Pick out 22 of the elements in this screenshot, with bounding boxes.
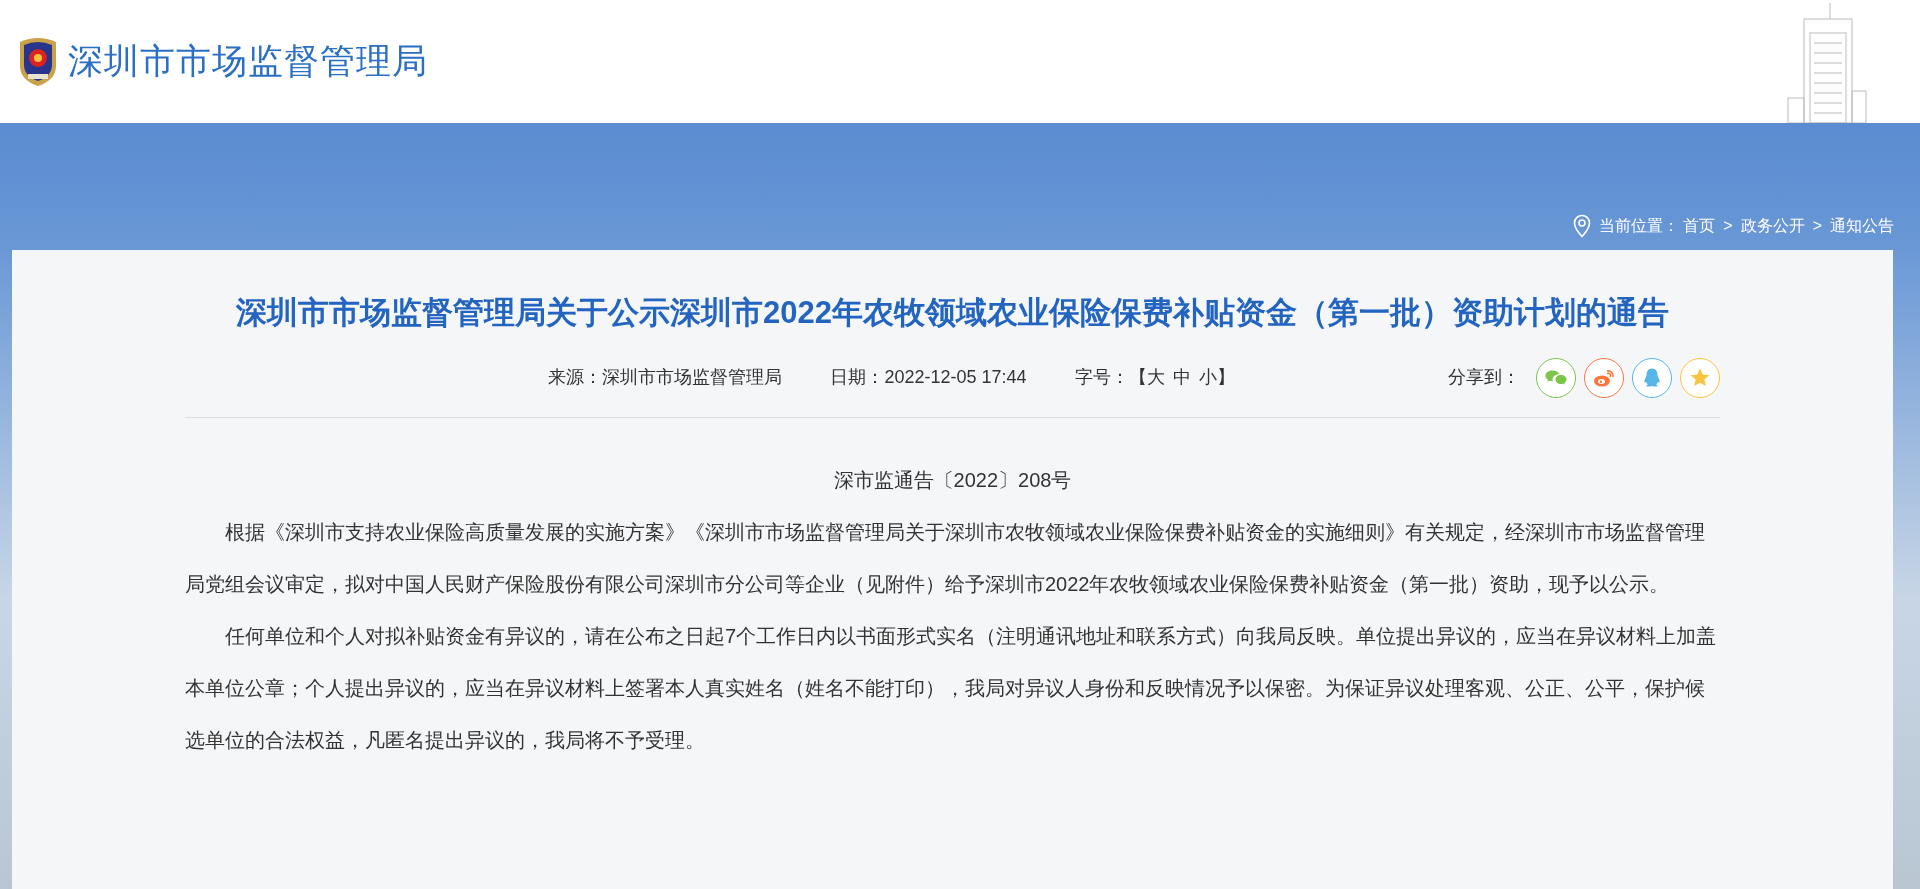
font-size-link[interactable]: 大 <box>1146 364 1165 391</box>
article-title: 深圳市市场监督管理局关于公示深圳市2022年农牧领域农业保险保费补贴资金（第一批）资助计划的通告 <box>235 294 1670 332</box>
paragraph: 任何单位和个人对拟补贴资金有异议的，请在公布之日起7个工作日内以书面形式实名（注明通讯地址和联系方式）向我局反映。单位提出异议的，应当在异议材料上加盖本单位公章；个人提出异议的，应当在异议材料上签署本人真实姓名（姓名不能打印），我局对异议人身份和反映情况予以保密。为保证异议处理客观、公正、公平，保护候选单位的合法权益，凡匿名提出异议的，我局将不予受理。 <box>185 624 1718 753</box>
location-pin-icon <box>1573 214 1592 238</box>
favorite-share-button[interactable] <box>1680 357 1720 398</box>
document-number: 深市监通告〔2022〕208号 <box>832 468 1073 493</box>
source-text: 来源：深圳市市场监督管理局 <box>548 366 783 389</box>
breadcrumb-label: 当前位置： <box>1599 216 1680 236</box>
font-size-link[interactable]: 小 <box>1198 364 1217 391</box>
weibo-share-button[interactable] <box>1584 357 1624 398</box>
breadcrumb-separator: > <box>1723 216 1733 236</box>
font-size-link[interactable]: 中 <box>1172 364 1191 391</box>
bracket: 】 <box>1216 366 1235 389</box>
site-title: 深圳市市场监督管理局 <box>68 40 428 83</box>
share-label: 分享到： <box>1448 366 1520 389</box>
breadcrumb-separator: > <box>1812 216 1822 236</box>
qq-share-button[interactable] <box>1632 357 1672 398</box>
font-size-label: 字号： <box>1074 366 1129 389</box>
paragraph: 根据《深圳市支持农业保险高质量发展的实施方案》《深圳市市场监督管理局关于深圳市农牧领域农业保险保费补贴资金的实施细则》有关规定，经深圳市市场监督管理局党组会议审定，拟对中国人民财产保险股份有限公司深圳市分公司等企业（见附件）给予深圳市2022年农牧领域农业保险保费补贴资金（第一批）资助，现予以公示。 <box>185 520 1706 597</box>
wechat-share-button[interactable] <box>1536 357 1576 398</box>
date-text: 日期：2022-12-05 17:44 <box>830 366 1027 389</box>
bracket: 【 <box>1128 366 1147 389</box>
